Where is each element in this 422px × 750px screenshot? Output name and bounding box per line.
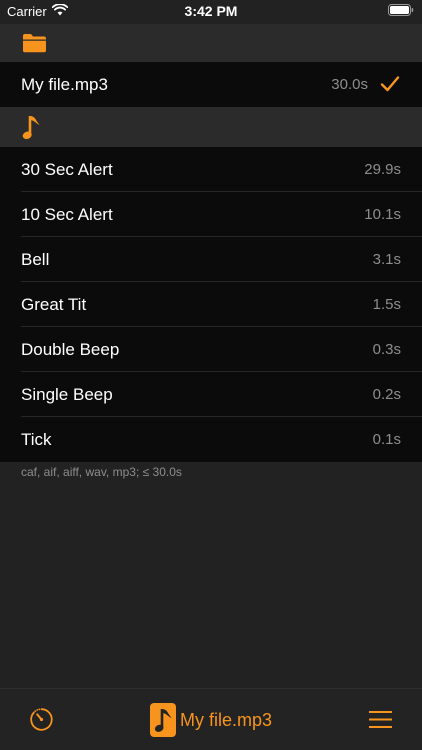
sound-name: Single Beep — [21, 385, 113, 404]
sound-name: 30 Sec Alert — [21, 160, 113, 179]
sound-duration: 29.9s — [364, 161, 401, 178]
status-time: 3:42 PM — [184, 3, 238, 19]
supported-formats-note: caf, aif, aiff, wav, mp3; ≤ 30.0s — [21, 465, 182, 479]
timer-icon[interactable] — [29, 707, 54, 732]
menu-icon[interactable] — [369, 711, 392, 728]
current-sound-title: My file.mp3 — [180, 710, 273, 730]
sound-row[interactable]: Single Beep 0.2s — [0, 372, 422, 417]
sound-name: Tick — [21, 430, 52, 449]
sound-duration: 30.0s — [331, 76, 368, 93]
custom-sounds-header — [0, 24, 422, 62]
music-note-icon — [22, 116, 40, 140]
sound-name: Double Beep — [21, 340, 120, 359]
sound-name: Great Tit — [21, 295, 87, 314]
sound-duration: 0.3s — [372, 341, 401, 358]
sound-name: Bell — [21, 250, 50, 269]
sound-row[interactable]: Tick 0.1s — [0, 417, 422, 462]
builtin-sounds-header — [0, 107, 422, 147]
status-bar: Carrier 3:42 PM — [0, 0, 422, 24]
sound-duration: 0.2s — [372, 386, 401, 403]
sound-row[interactable]: Double Beep 0.3s — [0, 327, 422, 372]
sound-picker-screen: Carrier 3:42 PM My file.mp3 30.0s 30 Sec… — [0, 0, 422, 750]
sound-row[interactable]: Great Tit 1.5s — [0, 282, 422, 327]
sound-name: 10 Sec Alert — [21, 205, 113, 224]
sound-duration: 0.1s — [372, 431, 401, 448]
music-note-icon — [150, 703, 176, 737]
sound-duration: 3.1s — [372, 251, 401, 268]
battery-icon — [388, 4, 414, 16]
sound-row-my-file[interactable]: My file.mp3 30.0s — [0, 62, 422, 107]
sound-row[interactable]: 10 Sec Alert 10.1s — [0, 192, 422, 237]
sound-duration: 1.5s — [372, 296, 401, 313]
sound-name: My file.mp3 — [21, 75, 108, 94]
sound-row[interactable]: Bell 3.1s — [0, 237, 422, 282]
sound-row[interactable]: 30 Sec Alert 29.9s — [0, 147, 422, 192]
folder-icon[interactable] — [22, 33, 47, 53]
sound-duration: 10.1s — [364, 206, 401, 223]
checkmark-icon — [380, 76, 400, 92]
bottom-toolbar: My file.mp3 — [0, 688, 422, 750]
